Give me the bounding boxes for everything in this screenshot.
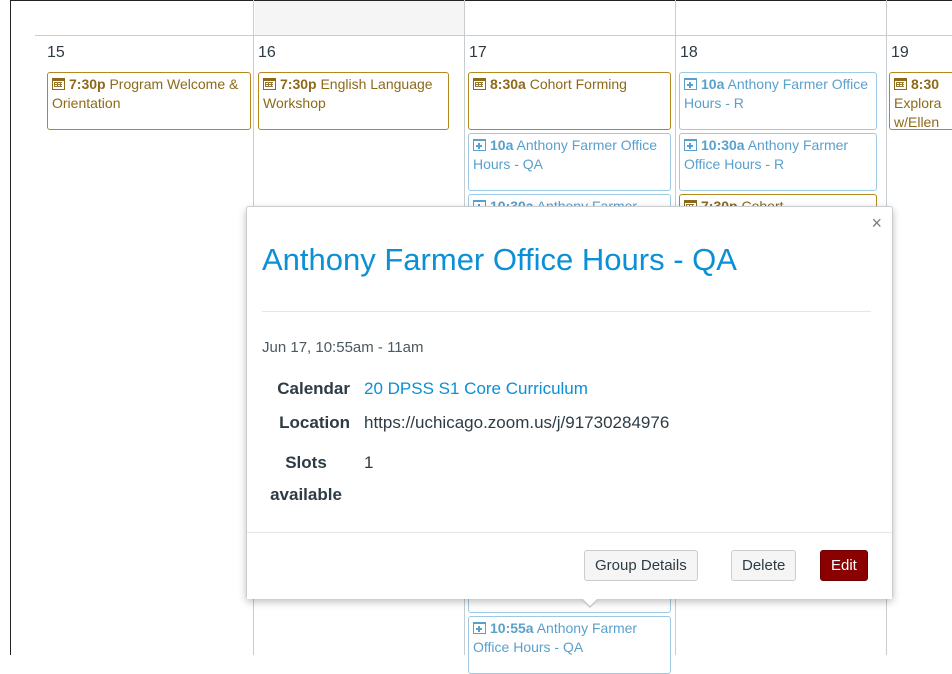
event-title: Cohort Forming [529,76,627,92]
appointment-event[interactable]: 10a Anthony Farmer Office Hours - QA [468,133,671,191]
calendar-icon [263,78,276,90]
close-icon[interactable]: × [871,214,882,232]
calendar-icon [894,78,907,90]
appointment-slot-icon [473,139,486,151]
day-number-18[interactable]: 18 [680,44,698,62]
event-time: 10a [490,137,514,153]
event-time: 8:30 [911,76,940,92]
calendar-event[interactable]: 7:30p English Language Workshop [258,72,449,130]
location-row: Location https://uchicago.zoom.us/j/9173… [262,413,862,447]
event-info-list: Calendar 20 DPSS S1 Core Curriculum Loca… [262,379,862,511]
event-datetime: Jun 17, 10:55am - 11am [262,339,424,356]
day-number-17[interactable]: 17 [469,44,487,62]
event-time: 7:30p [69,76,106,92]
event-time: 10:30a [701,137,745,153]
appointment-event[interactable]: 10a Anthony Farmer Office Hours - R [679,72,877,130]
appointment-event[interactable]: 10:55a Anthony Farmer Office Hours - QA [468,616,671,674]
slots-label: Slots available [262,447,350,511]
calendar-event[interactable]: 8:30a Cohort Forming [468,72,671,130]
popover-title[interactable]: Anthony Farmer Office Hours - QA [262,242,737,278]
slots-label-line2: available [270,485,342,504]
appointment-slot-icon [684,78,697,90]
event-time: 10a [701,76,725,92]
divider [262,311,871,312]
calendar-header-row [35,0,952,36]
appointment-slot-icon [684,139,697,151]
appointment-slot-icon [473,622,486,634]
event-time: 10:55a [490,620,534,636]
slots-value: 1 [364,453,374,472]
calendar-icon [52,78,65,90]
calendar-row: Calendar 20 DPSS S1 Core Curriculum [262,379,862,413]
calendar-event[interactable]: 8:30 Explora w/Ellen [889,72,952,130]
calendar-icon [473,78,486,90]
event-time: 7:30p [280,76,317,92]
calendar-link[interactable]: 20 DPSS S1 Core Curriculum [364,379,588,399]
location-label: Location [279,413,350,432]
popover-footer: Group Details Delete Edit [247,533,892,599]
location-value: https://uchicago.zoom.us/j/91730284976 [364,413,670,432]
day-number-16[interactable]: 16 [258,44,276,62]
edit-button[interactable]: Edit [820,550,868,581]
calendar-frame-left [10,0,11,655]
popover-arrow-fill [581,597,599,606]
event-title: Explora w/Ellen [894,95,942,130]
calendar-event[interactable]: 7:30p Program Welcome & Orientation [47,72,251,130]
event-time: 8:30a [490,76,526,92]
day-number-15[interactable]: 15 [47,44,65,62]
event-details-popover: × Anthony Farmer Office Hours - QA Jun 1… [246,206,893,599]
appointment-event[interactable]: 10:30a Anthony Farmer Office Hours - R [679,133,877,191]
slots-label-line1: Slots [285,453,327,472]
slots-row: Slots available 1 [262,447,862,511]
group-details-button[interactable]: Group Details [584,550,698,581]
calendar-label: Calendar [277,379,350,398]
day-number-19[interactable]: 19 [891,44,909,62]
delete-button[interactable]: Delete [731,550,797,581]
